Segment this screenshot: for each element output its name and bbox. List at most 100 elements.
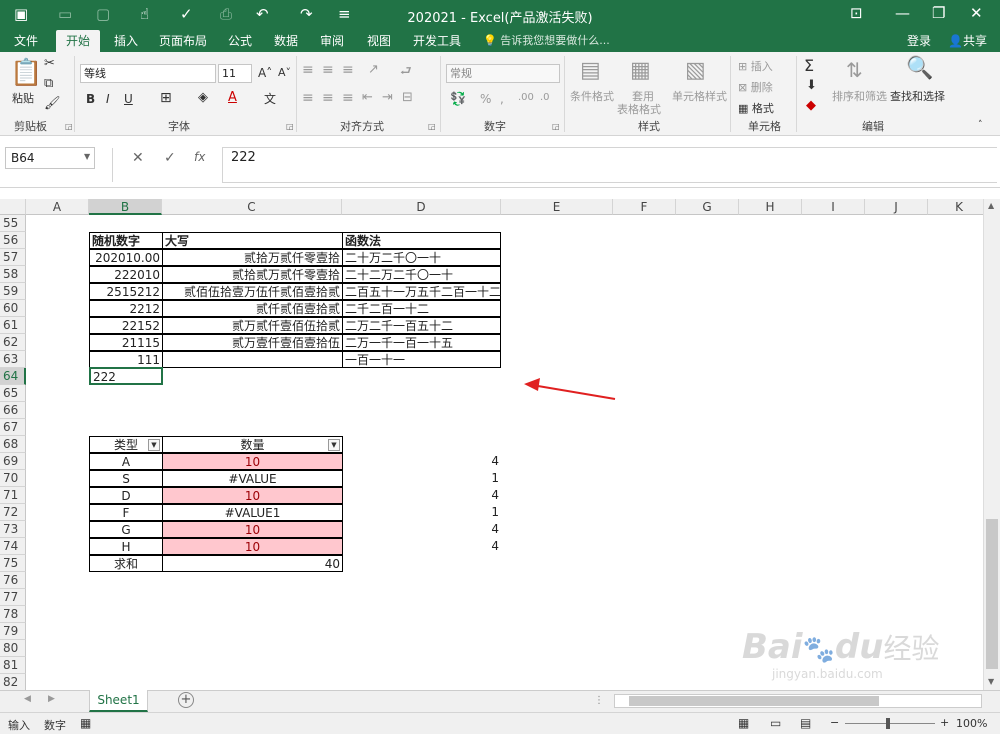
next-sheet-icon[interactable]: ▶ xyxy=(48,694,55,704)
close-icon[interactable]: ✕ xyxy=(970,4,983,22)
count-cell[interactable]: 4 xyxy=(440,487,501,504)
delete-cells-button[interactable]: ⊠ 删除 xyxy=(738,79,773,95)
paste-button[interactable]: 粘贴 xyxy=(12,90,34,106)
table2-qty-cell[interactable]: 10 xyxy=(162,453,343,470)
find-select-button[interactable]: 查找和选择 xyxy=(890,88,945,104)
row-header[interactable]: 68 xyxy=(0,436,26,453)
decrease-indent-icon[interactable]: ⇤ xyxy=(362,90,373,105)
table1-cell[interactable]: 2515212 xyxy=(89,283,163,300)
table2-qty-cell[interactable]: 10 xyxy=(162,521,343,538)
font-size-box[interactable]: 11 xyxy=(218,64,252,83)
conditional-format-icon[interactable]: ▤ xyxy=(580,58,601,83)
row-header[interactable]: 78 xyxy=(0,606,26,623)
font-name-box[interactable]: 等线 xyxy=(80,64,216,83)
font-launcher-icon[interactable]: ◲ xyxy=(286,122,294,131)
number-format-box[interactable]: 常规 xyxy=(446,64,560,83)
scroll-up-icon[interactable]: ▲ xyxy=(988,201,994,210)
table1-cell[interactable]: 贰拾贰万贰仟零壹拾 xyxy=(162,266,343,283)
maximize-icon[interactable]: ❐ xyxy=(932,4,945,22)
table1-cell[interactable]: 贰万贰仟壹佰伍拾贰 xyxy=(162,317,343,334)
table1-cell[interactable]: 二百五十一万五千二百一十二 xyxy=(342,283,501,300)
col-header-b[interactable]: B xyxy=(89,199,162,215)
table1-cell[interactable]: 贰仟贰佰壹拾贰 xyxy=(162,300,343,317)
sort-filter-icon[interactable]: ⇅ xyxy=(846,58,863,82)
paste-icon[interactable]: 📋 xyxy=(10,58,42,88)
name-box-dropdown-icon[interactable]: ▼ xyxy=(84,152,90,161)
tab-insert[interactable]: 插入 xyxy=(108,30,144,52)
table1-cell[interactable]: 二十二万二千〇一十 xyxy=(342,266,501,283)
macro-record-icon[interactable]: ▦ xyxy=(80,716,91,730)
find-select-icon[interactable]: 🔍 xyxy=(906,56,933,81)
ribbon-display-icon[interactable]: ⊡ xyxy=(850,4,863,22)
table1-cell[interactable]: 2212 xyxy=(89,300,163,317)
minimize-icon[interactable]: — xyxy=(895,4,910,22)
number-launcher-icon[interactable]: ◲ xyxy=(552,122,560,131)
zoom-out-icon[interactable]: − xyxy=(830,716,839,729)
table1-cell[interactable]: 222010 xyxy=(89,266,163,283)
row-header[interactable]: 82 xyxy=(0,674,26,690)
tell-me-box[interactable]: 💡 告诉我您想要做什么... xyxy=(483,30,610,52)
row-header[interactable]: 81 xyxy=(0,657,26,674)
fill-color-icon[interactable]: ◈ xyxy=(198,90,208,105)
align-left-icon[interactable]: ≡ xyxy=(302,90,314,106)
table2-qty-cell[interactable]: 10 xyxy=(162,487,343,504)
row-header[interactable]: 58 xyxy=(0,266,26,283)
zoom-slider-thumb[interactable] xyxy=(886,718,890,729)
sum-label-cell[interactable]: 求和 xyxy=(89,555,163,572)
col-header-i[interactable]: I xyxy=(802,199,865,215)
table1-cell[interactable]: 贰佰伍拾壹万伍仟贰佰壹拾贰 xyxy=(162,283,343,300)
table2-type-cell[interactable]: F xyxy=(89,504,163,521)
table-format-line2[interactable]: 表格格式 xyxy=(617,101,661,117)
save-icon[interactable]: ▣ xyxy=(14,5,28,23)
table2-type-cell[interactable]: H xyxy=(89,538,163,555)
zoom-level[interactable]: 100% xyxy=(956,717,987,730)
table1-cell[interactable]: 一百一十一 xyxy=(342,351,501,368)
increase-decimal-icon[interactable]: .00 xyxy=(518,92,534,103)
decrease-decimal-icon[interactable]: .0 xyxy=(540,92,550,103)
row-header[interactable]: 79 xyxy=(0,623,26,640)
conditional-format-button[interactable]: 条件格式 xyxy=(570,88,614,104)
touch-mode-icon[interactable]: ☝ xyxy=(140,5,149,23)
row-header[interactable]: 67 xyxy=(0,419,26,436)
cell-style-button[interactable]: 单元格样式 xyxy=(672,88,727,104)
align-middle-icon[interactable]: ≡ xyxy=(322,62,334,78)
sort-filter-button[interactable]: 排序和筛选 xyxy=(832,88,887,104)
table1-cell[interactable]: 二千二百一十二 xyxy=(342,300,501,317)
align-center-icon[interactable]: ≡ xyxy=(322,90,334,106)
orientation-icon[interactable]: ↗ xyxy=(368,62,379,77)
row-header[interactable]: 65 xyxy=(0,385,26,402)
grow-font-icon[interactable]: A˄ xyxy=(258,66,272,80)
cut-icon[interactable]: ✂ xyxy=(44,56,55,71)
table1-cell[interactable]: 贰拾万贰仟零壹拾 xyxy=(162,249,343,266)
col-header-d[interactable]: D xyxy=(342,199,501,215)
table1-cell[interactable] xyxy=(162,351,343,368)
count-cell[interactable]: 4 xyxy=(440,538,501,555)
row-header[interactable]: 75 xyxy=(0,555,26,572)
copy-icon[interactable]: ⧉ xyxy=(44,76,53,91)
tab-home[interactable]: 开始 xyxy=(56,30,100,52)
prev-sheet-icon[interactable]: ◀ xyxy=(24,694,31,704)
table1-cell[interactable]: 111 xyxy=(89,351,163,368)
row-header[interactable]: 70 xyxy=(0,470,26,487)
row-header[interactable]: 72 xyxy=(0,504,26,521)
select-all-corner[interactable] xyxy=(0,199,26,215)
table2-type-cell[interactable]: D xyxy=(89,487,163,504)
table2-header-type[interactable]: 类型 ▼ xyxy=(89,436,163,453)
login-link[interactable]: 登录 xyxy=(900,30,938,52)
table2-qty-cell[interactable]: #VALUE1 xyxy=(162,504,343,521)
tab-review[interactable]: 审阅 xyxy=(314,30,350,52)
sum-value-cell[interactable]: 40 xyxy=(162,555,343,572)
row-header-selected[interactable]: 64 xyxy=(0,368,26,385)
bold-button[interactable]: B xyxy=(86,92,95,106)
zoom-in-icon[interactable]: + xyxy=(940,716,949,729)
collapse-ribbon-icon[interactable]: ˄ xyxy=(978,120,983,130)
row-header[interactable]: 69 xyxy=(0,453,26,470)
h-scroll-thumb[interactable] xyxy=(629,696,879,706)
percent-icon[interactable]: % xyxy=(480,92,491,106)
fill-icon[interactable]: ⬇ xyxy=(806,78,817,93)
table1-header-upper[interactable]: 大写 xyxy=(162,232,343,249)
align-right-icon[interactable]: ≡ xyxy=(342,90,354,106)
row-header[interactable]: 56 xyxy=(0,232,26,249)
format-cells-button[interactable]: ▦ 格式 xyxy=(738,100,774,116)
enter-icon[interactable]: ✓ xyxy=(164,150,176,166)
